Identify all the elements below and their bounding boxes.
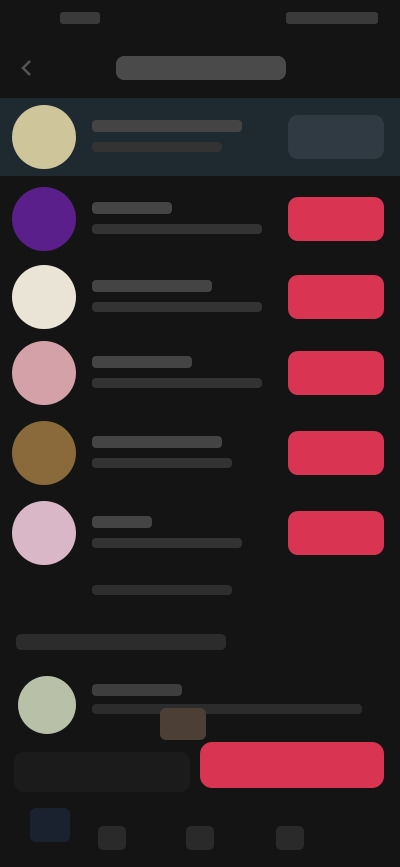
bottom-navigation (0, 804, 400, 867)
following-button[interactable] (288, 115, 384, 159)
page-title (116, 56, 286, 80)
avatar[interactable] (12, 187, 76, 251)
suggested-thumbnail (160, 708, 206, 740)
list-footer-text (92, 585, 232, 595)
status-icons (286, 12, 378, 24)
header (0, 42, 400, 94)
account-subtitle (92, 458, 232, 468)
status-bar (0, 0, 400, 40)
account-name (92, 516, 152, 528)
account-name (92, 120, 242, 132)
avatar[interactable] (12, 341, 76, 405)
follow-button[interactable] (288, 351, 384, 395)
account-name (92, 436, 222, 448)
follow-button[interactable] (288, 275, 384, 319)
avatar[interactable] (18, 676, 76, 734)
suggested-account-card (0, 668, 400, 798)
search-icon[interactable] (186, 826, 214, 850)
avatar[interactable] (12, 501, 76, 565)
account-subtitle (92, 378, 262, 388)
list-item[interactable] (0, 334, 400, 412)
account-subtitle (92, 302, 262, 312)
suggested-section-title (16, 634, 226, 650)
account-name (92, 280, 212, 292)
account-subtitle (92, 142, 222, 152)
home-icon[interactable] (98, 826, 126, 850)
profile-icon[interactable] (276, 826, 304, 850)
follow-button[interactable] (288, 197, 384, 241)
list-item[interactable] (0, 180, 400, 258)
list-item[interactable] (0, 258, 400, 336)
avatar[interactable] (12, 105, 76, 169)
list-item[interactable] (0, 494, 400, 572)
status-time (60, 12, 100, 24)
list-item[interactable] (0, 98, 400, 176)
dismiss-button[interactable] (14, 752, 190, 792)
follow-button[interactable] (288, 511, 384, 555)
follow-button[interactable] (288, 431, 384, 475)
arrow-left-icon[interactable] (14, 56, 40, 80)
avatar[interactable] (12, 265, 76, 329)
list-item[interactable] (0, 414, 400, 492)
suggested-account-description (92, 704, 362, 714)
follow-button[interactable] (200, 742, 384, 788)
suggested-account-name (92, 684, 182, 696)
account-name (92, 202, 172, 214)
account-name (92, 356, 192, 368)
account-subtitle (92, 224, 262, 234)
account-subtitle (92, 538, 242, 548)
avatar[interactable] (12, 421, 76, 485)
mini-player-thumbnail[interactable] (30, 808, 70, 842)
